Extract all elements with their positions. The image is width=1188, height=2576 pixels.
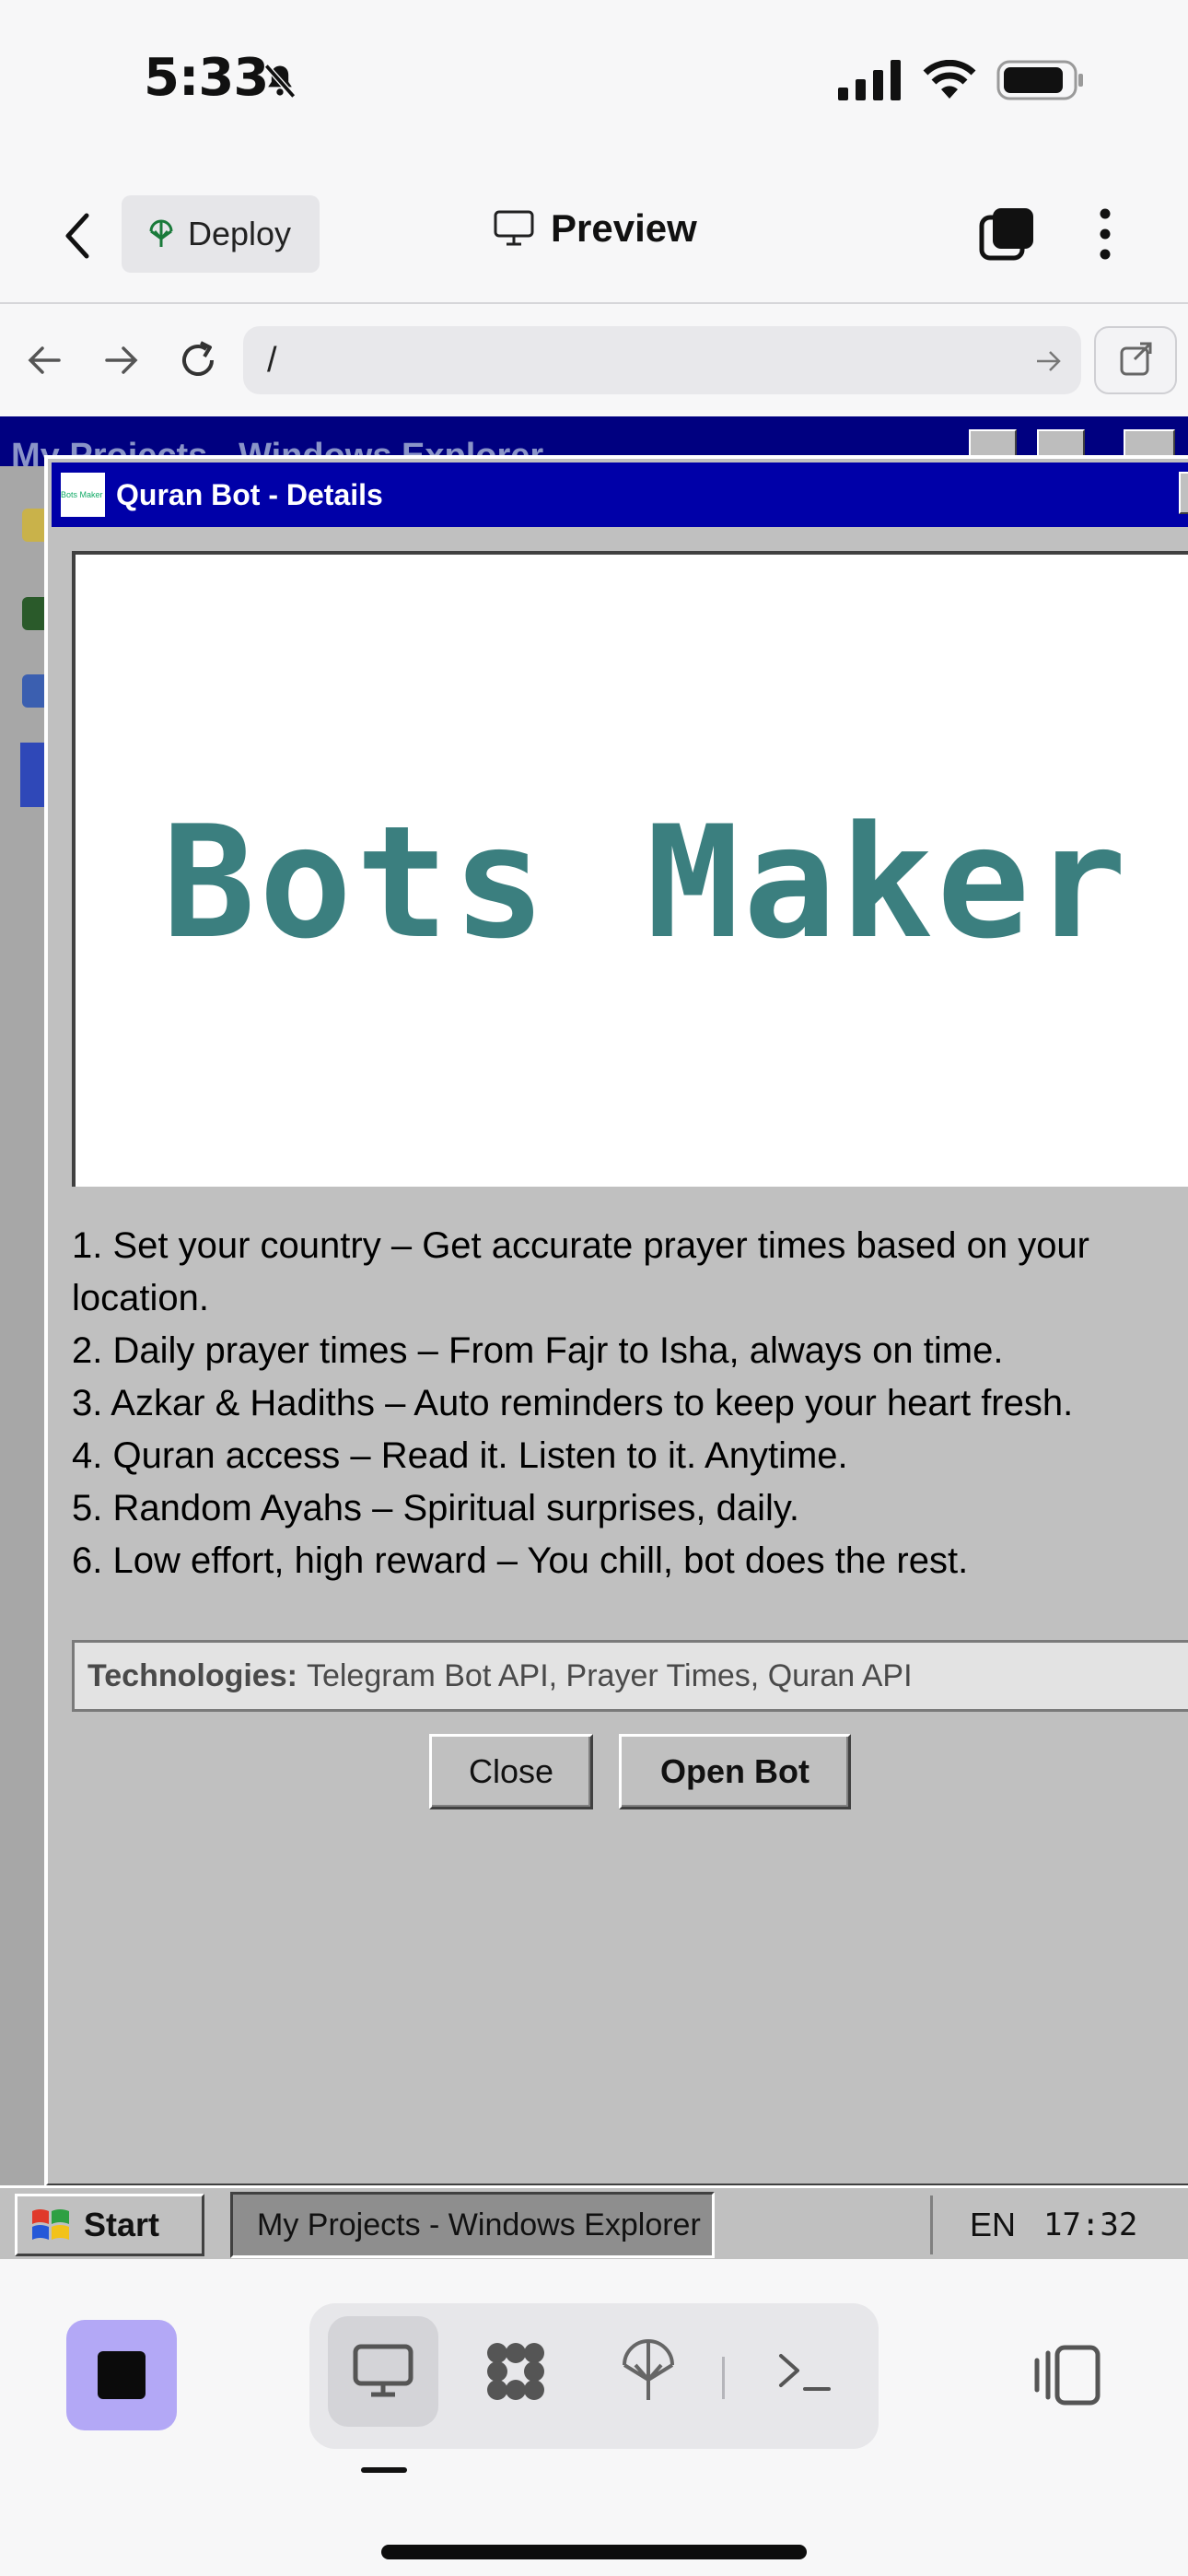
windows-logo-icon [32,2209,69,2240]
close-button[interactable]: Close [429,1734,593,1809]
open-external-icon [1120,342,1152,376]
apps-icon [487,2343,544,2400]
url-text: / [267,340,277,380]
preview-tab[interactable]: Preview [494,206,697,251]
system-tray: EN 17:32 [930,2195,1188,2254]
active-tab-indicator [361,2467,407,2473]
more-options-icon[interactable] [1087,205,1124,263]
deploy-button[interactable]: Deploy [122,195,320,273]
stop-button[interactable] [66,2320,177,2430]
dialog-icon-text: Bots Maker [61,490,103,499]
browser-bar: / [0,306,1188,416]
go-arrow-icon[interactable] [1031,345,1065,378]
bottom-toolbar [0,2259,1188,2576]
banner-logo-text: Bots Maker [162,792,1131,973]
deploy-label: Deploy [188,215,292,252]
tabs-icon[interactable] [978,205,1037,263]
wifi-icon [923,60,976,99]
battery-icon [996,60,1083,100]
dialog-title: Quran Bot - Details [116,477,383,511]
dialog-close-icon[interactable] [1179,472,1188,514]
preview-label: Preview [551,206,697,250]
feature-item: 2. Daily prayer times – From Fajr to Ish… [72,1330,1004,1371]
language-indicator[interactable]: EN [970,2206,1016,2244]
stop-icon [98,2351,146,2399]
technologies-label: Technologies: [87,1657,297,1693]
split-view-icon[interactable] [1030,2336,1107,2414]
toolbar-divider [722,2357,725,2399]
feature-list: 1. Set your country – Get accurate praye… [72,1220,1177,1587]
details-dialog: Bots Maker Quran Bot - Details Bots Make… [44,455,1188,2185]
silent-bell-icon [263,64,297,99]
feature-item: 4. Quran access – Read it. Listen to it.… [72,1435,848,1476]
terminal-icon [779,2354,831,2391]
deploy-icon [623,2339,674,2400]
status-time: 5:33 [144,48,269,108]
feature-item: 3. Azkar & Hadiths – Auto reminders to k… [72,1383,1074,1423]
feature-item: 1. Set your country – Get accurate praye… [72,1225,1089,1318]
explorer-side-panel [0,466,50,2185]
view-switcher [309,2303,879,2449]
desktop-icon [353,2344,413,2397]
url-field[interactable]: / [243,326,1081,394]
app-header: Deploy Preview [0,184,1188,304]
reload-icon[interactable] [175,337,221,383]
open-external-button[interactable] [1094,326,1177,394]
status-bar: 5:33 [0,0,1188,161]
technologies-box: Technologies: Telegram Bot API, Prayer T… [72,1640,1188,1712]
technologies-value: Telegram Bot API, Prayer Times, Quran AP… [306,1657,913,1693]
signal-icon [838,60,901,100]
feature-item: 6. Low effort, high reward – You chill, … [72,1540,969,1581]
home-indicator [381,2545,807,2559]
desktop-view-button[interactable] [328,2316,438,2427]
open-bot-button[interactable]: Open Bot [619,1734,851,1809]
bot-banner-image: Bots Maker [72,551,1188,1187]
back-chevron-icon[interactable] [55,208,101,263]
dialog-titlebar: Bots Maker Quran Bot - Details [52,463,1188,527]
taskbar: Start My Projects - Windows Explorer EN … [0,2185,1188,2259]
deploy-view-button[interactable] [593,2316,704,2427]
start-label: Start [84,2206,160,2243]
apps-view-button[interactable] [460,2316,571,2427]
monitor-icon [494,210,534,246]
taskbar-clock: 17:32 [1043,2207,1138,2243]
nav-forward-icon[interactable] [98,337,144,383]
deploy-icon [149,219,173,247]
feature-item: 5. Random Ayahs – Spiritual surprises, d… [72,1488,800,1528]
selected-item-icon[interactable] [20,743,44,807]
desktop-area: My Projects - Windows Explorer Bots Make… [0,416,1188,2185]
nav-back-icon[interactable] [22,337,68,383]
terminal-view-button[interactable] [750,2316,860,2427]
start-button[interactable]: Start [15,2194,204,2256]
bots-maker-logo-icon: Bots Maker [61,473,105,517]
taskbar-item-explorer[interactable]: My Projects - Windows Explorer [230,2192,715,2258]
